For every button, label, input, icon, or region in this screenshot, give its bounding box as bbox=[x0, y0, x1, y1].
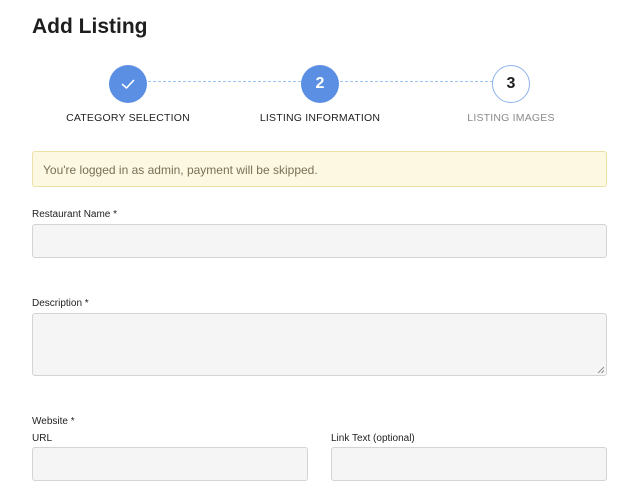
description-label: Description * bbox=[32, 298, 89, 309]
step-connector bbox=[340, 81, 493, 82]
resize-grip-icon[interactable] bbox=[597, 366, 605, 374]
step-3-circle[interactable]: 3 bbox=[492, 65, 530, 103]
restaurant-name-input[interactable] bbox=[32, 224, 607, 258]
step-label-listing-information: LISTING INFORMATION bbox=[259, 112, 381, 124]
page-title: Add Listing bbox=[32, 15, 148, 38]
step-label-category-selection: CATEGORY SELECTION bbox=[66, 112, 190, 124]
url-input[interactable] bbox=[32, 447, 308, 481]
admin-notice: You're logged in as admin, payment will … bbox=[32, 151, 607, 187]
link-text-input[interactable] bbox=[331, 447, 607, 481]
link-text-label: Link Text (optional) bbox=[331, 433, 415, 444]
website-label: Website * bbox=[32, 416, 75, 427]
step-connector bbox=[148, 81, 301, 82]
progress-stepper: 2 3 CATEGORY SELECTION LISTING INFORMATI… bbox=[0, 65, 635, 135]
checkmark-icon bbox=[121, 79, 135, 89]
restaurant-name-label: Restaurant Name * bbox=[32, 209, 118, 220]
step-2-circle[interactable]: 2 bbox=[301, 65, 339, 103]
url-label: URL bbox=[32, 433, 53, 444]
step-label-listing-images: LISTING IMAGES bbox=[467, 112, 555, 124]
description-textarea[interactable] bbox=[32, 313, 607, 376]
step-1-completed-circle[interactable] bbox=[109, 65, 147, 103]
